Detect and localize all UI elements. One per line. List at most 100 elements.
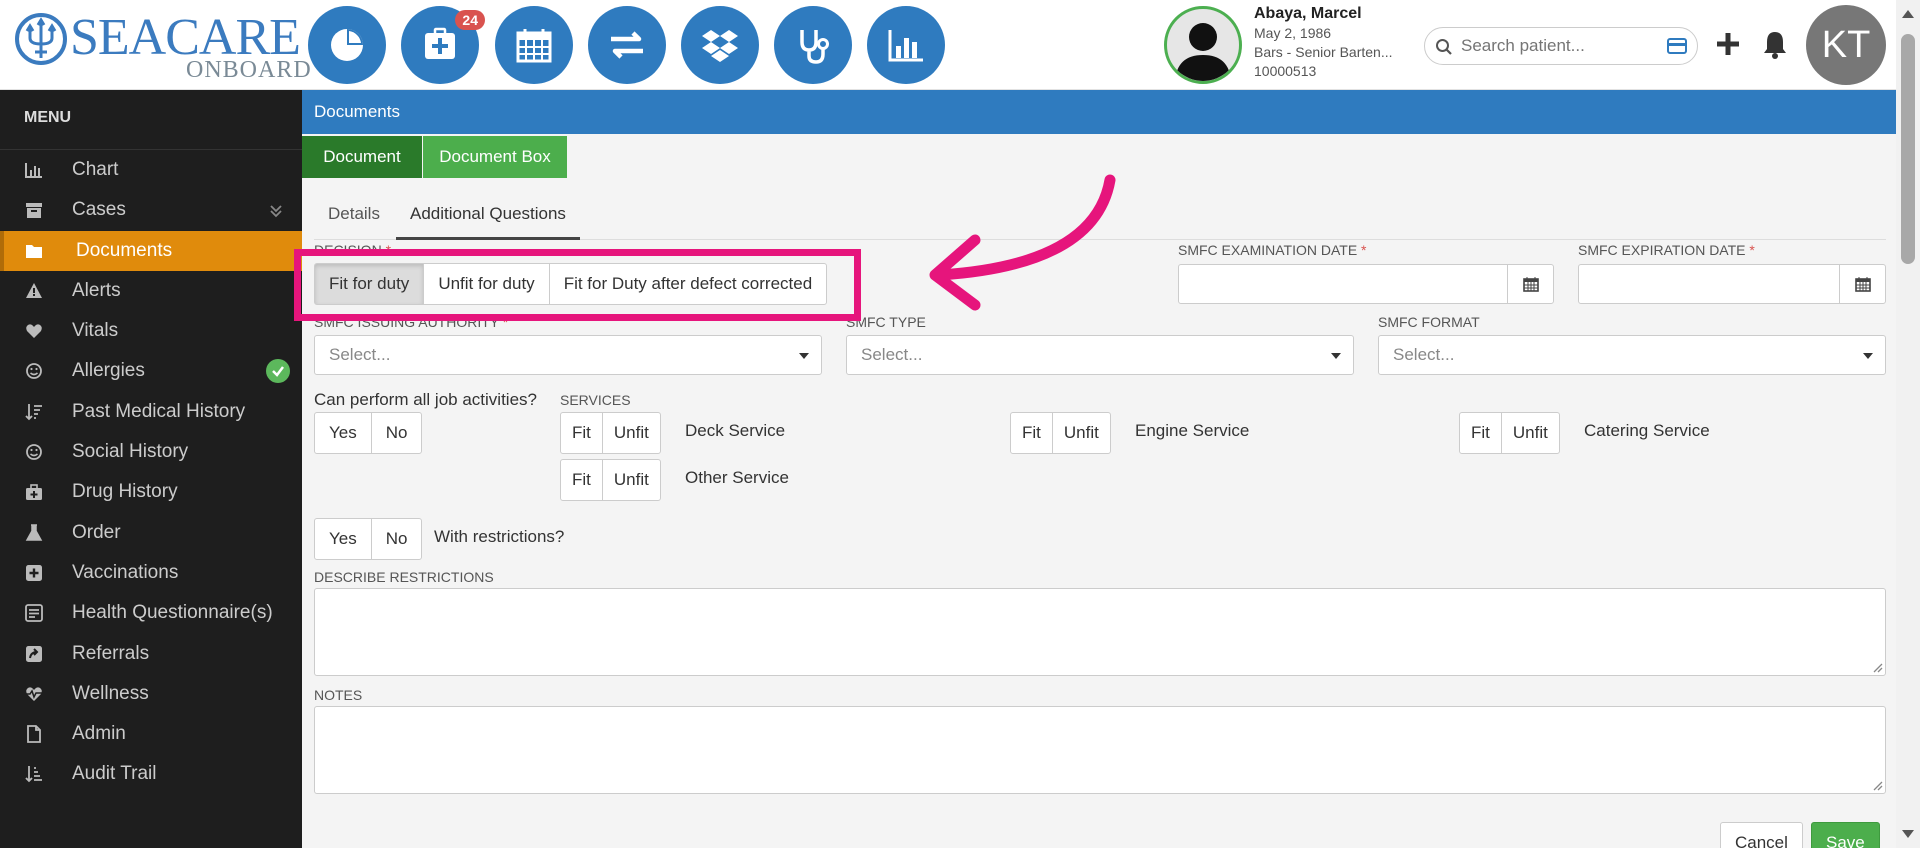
save-button[interactable]: Save [1811,822,1880,848]
engine-service-fit-button[interactable]: Fit [1010,412,1053,454]
trident-logo-icon [15,13,67,65]
restrictions-no-button[interactable]: No [370,518,423,560]
sidebar-item-wellness[interactable]: Wellness [0,674,302,714]
heart-icon [26,324,42,339]
sidebar-item-cases[interactable]: Cases [0,190,302,230]
user-avatar[interactable]: KT [1806,5,1886,85]
sidebar-item-allergies[interactable]: Allergies [0,351,302,391]
nav-dropbox-button[interactable] [681,6,759,84]
tab-additional-questions[interactable]: Additional Questions [396,188,580,240]
sidebar-item-vaccinations[interactable]: Vaccinations [0,553,302,593]
resize-handle-icon[interactable] [1871,661,1883,673]
smfc-format-select[interactable]: Select... [1378,335,1886,375]
describe-restrictions-textarea[interactable] [314,588,1886,676]
scroll-down-arrow-icon[interactable] [1902,830,1914,838]
seacare-logo[interactable]: SEACARE ONBOARD [14,8,311,82]
sidebar-item-audit-trail[interactable]: Audit Trail [0,754,302,794]
sidebar-item-label: Drug History [72,481,178,503]
catering-service-unfit-button[interactable]: Unfit [1500,412,1560,454]
other-service-unfit-button[interactable]: Unfit [601,459,661,501]
exam-date-calendar-button[interactable] [1507,265,1553,303]
notification-badge: 24 [455,10,485,30]
required-asterisk: * [1361,242,1367,258]
expiration-date-label-text: SMFC EXPIRATION DATE [1578,242,1746,258]
sidebar-item-past-medical-history[interactable]: Past Medical History [0,392,302,432]
tab-details[interactable]: Details [314,188,394,240]
nav-dashboard-button[interactable] [308,6,386,84]
vertical-scrollbar[interactable] [1896,0,1920,848]
sidebar-item-social-history[interactable]: Social History [0,432,302,472]
notes-textarea[interactable] [314,706,1886,794]
deck-service-fit-button[interactable]: Fit [560,412,603,454]
patient-name: Abaya, Marcel [1254,5,1362,22]
patient-dob: May 2, 1986 [1254,25,1332,41]
expiration-date-calendar-button[interactable] [1839,265,1885,303]
scrollbar-thumb[interactable] [1901,34,1915,264]
nav-reports-button[interactable] [867,6,945,84]
caret-down-icon [1863,353,1873,359]
sidebar-item-label: Chart [72,159,119,180]
highlight-box [294,249,861,321]
restrictions-yes-button[interactable]: Yes [314,518,372,560]
catering-service-button-group: Fit Unfit [1459,412,1560,454]
chevron-down-icon [270,205,282,218]
resize-handle-icon[interactable] [1871,779,1883,791]
sidebar-item-label: Allergies [72,360,145,382]
issuing-authority-select[interactable]: Select... [314,335,822,375]
document-button[interactable]: Document [302,136,422,178]
flask-icon [25,523,43,541]
other-service-fit-button[interactable]: Fit [560,459,603,501]
sidebar-item-order[interactable]: Order [0,513,302,553]
medkit-icon [26,484,42,501]
required-asterisk: * [1749,242,1755,258]
calendar-icon [1854,277,1871,292]
nav-new-case-button[interactable]: 24 [401,6,485,84]
cancel-button[interactable]: Cancel [1720,822,1803,848]
sidebar-item-label: Cases [72,199,126,221]
job-activities-no-button[interactable]: No [370,412,423,454]
sidebar-item-vitals[interactable]: Vitals [0,311,302,351]
bar-chart-icon [888,30,923,62]
exam-date-field[interactable] [1178,264,1554,304]
engine-service-button-group: Fit Unfit [1010,412,1111,454]
sidebar-item-chart[interactable]: Chart [0,150,302,190]
smiley-icon [26,363,42,380]
sidebar-item-label: Documents [76,239,173,261]
sidebar-item-label: Alerts [72,279,121,301]
bell-icon[interactable] [1759,28,1791,60]
nav-transfer-button[interactable] [588,6,666,84]
engine-service-unfit-button[interactable]: Unfit [1051,412,1111,454]
sort-amount-icon [25,766,42,783]
scroll-up-arrow-icon[interactable] [1902,10,1914,18]
notes-label: NOTES [314,687,363,703]
expiration-date-field[interactable] [1578,264,1886,304]
smfc-type-select[interactable]: Select... [846,335,1354,375]
sidebar-item-alerts[interactable]: Alerts [0,271,302,311]
deck-service-unfit-button[interactable]: Unfit [601,412,661,454]
patient-avatar[interactable] [1164,6,1242,84]
job-activities-yes-button[interactable]: Yes [314,412,372,454]
form-icon [25,604,43,623]
sidebar-item-documents[interactable]: Documents [0,230,302,271]
patient-id: 10000513 [1254,63,1317,79]
sidebar-item-label: Vaccinations [72,561,179,583]
search-input[interactable] [1461,33,1651,59]
person-silhouette-icon [1175,23,1231,81]
sidebar-item-admin[interactable]: Admin [0,714,302,754]
nav-stethoscope-button[interactable] [774,6,852,84]
catering-service-fit-button[interactable]: Fit [1459,412,1502,454]
restrictions-button-group: Yes No [314,518,423,560]
file-icon [27,725,41,744]
sidebar-item-label: Vitals [72,320,119,342]
add-icon[interactable] [1712,28,1744,60]
document-box-button[interactable]: Document Box [423,136,567,178]
sidebar-item-label: Social History [72,441,189,463]
sidebar-item-health-questionnaires[interactable]: Health Questionnaire(s) [0,593,302,633]
sidebar-item-drug-history[interactable]: Drug History [0,472,302,512]
card-scan-icon[interactable] [1667,38,1687,54]
exam-date-label: SMFC EXAMINATION DATE * [1178,242,1367,258]
nav-calendar-button[interactable] [495,6,573,84]
patient-info[interactable]: Abaya, Marcel May 2, 1986 Bars - Senior … [1254,4,1434,81]
describe-restrictions-label: DESCRIBE RESTRICTIONS [314,569,494,585]
sidebar-item-referrals[interactable]: Referrals [0,634,302,674]
